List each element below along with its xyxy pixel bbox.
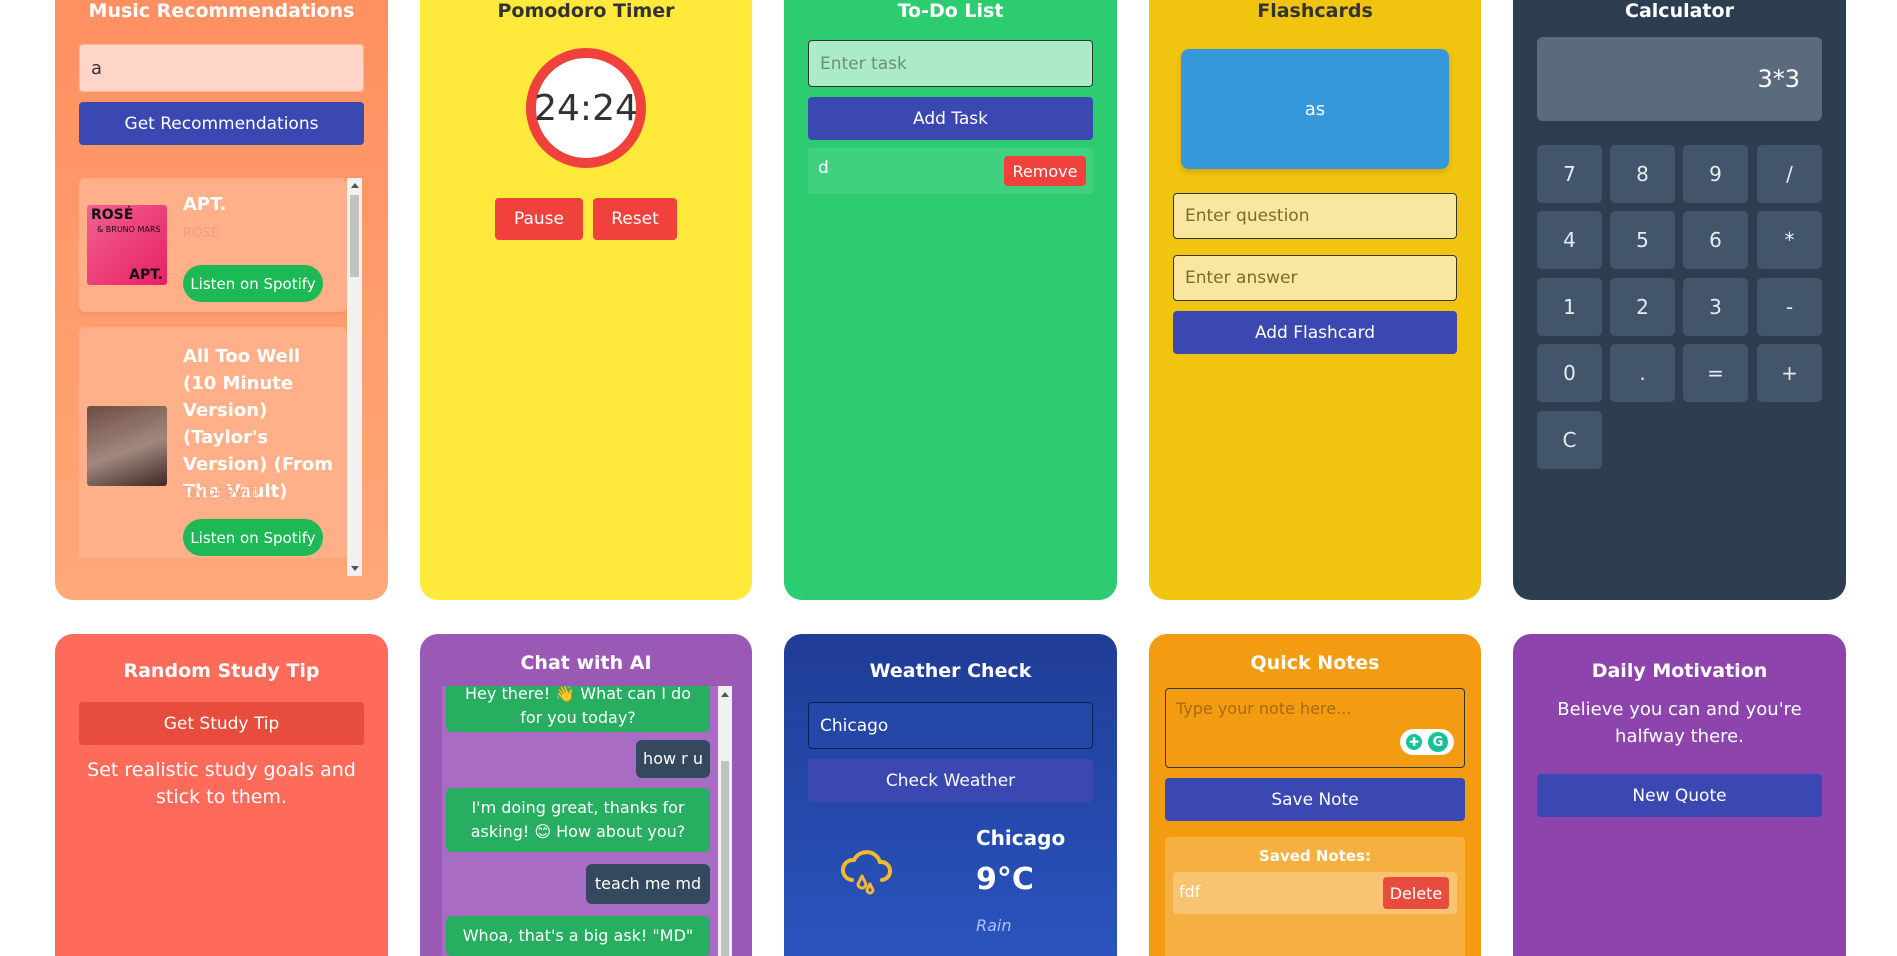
notes-title: Quick Notes (1250, 652, 1380, 674)
city-input[interactable]: Chicago (808, 702, 1093, 749)
music-card: Music Recommendations a Get Recommendati… (55, 0, 388, 600)
weather-card: Weather Check Chicago Check Weather Chic… (784, 634, 1117, 956)
scroll-up-icon[interactable] (351, 183, 359, 188)
check-weather-button[interactable]: Check Weather (808, 759, 1093, 802)
recommendations-list[interactable]: ROSÉ & BRUNO MARS APT. APT. ROSÉ Listen … (79, 178, 355, 558)
add-task-button[interactable]: Add Task (808, 97, 1093, 140)
album-cover-text: ROSÉ (91, 207, 134, 223)
answer-input[interactable]: Enter answer (1173, 255, 1457, 301)
key-7[interactable]: 7 (1537, 145, 1602, 203)
calculator-display-value: 3*3 (1757, 65, 1800, 93)
key-6[interactable]: 6 (1683, 211, 1748, 269)
pause-button[interactable]: Pause (495, 198, 583, 240)
todo-card: To-Do List Enter task Add Task d Remove (784, 0, 1117, 600)
study-tip-text: Set realistic study goals and stick to t… (87, 759, 356, 808)
music-search-input[interactable]: a (79, 44, 364, 92)
study-tip-title: Random Study Tip (123, 660, 320, 682)
listen-on-spotify-button[interactable]: Listen on Spotify (183, 519, 323, 556)
reset-button[interactable]: Reset (593, 198, 677, 240)
note-textarea[interactable]: Type your note here... ✚ G (1165, 688, 1465, 768)
scroll-down-icon[interactable] (351, 566, 359, 571)
song-title: All Too Well (10 Minute Version) (Taylor… (183, 346, 333, 502)
key-3[interactable]: 3 (1683, 278, 1748, 336)
calculator-display: 3*3 (1537, 37, 1822, 121)
calculator-card: Calculator 3*3 7 8 9 / 4 5 6 * 1 2 3 - 0… (1513, 0, 1846, 600)
task-input[interactable]: Enter task (808, 40, 1093, 87)
timer-display: 24:24 (534, 87, 638, 129)
pomodoro-card: Pomodoro Timer 24:24 Pause Reset (420, 0, 752, 600)
ai-message: I'm doing great, thanks for asking! 😊 Ho… (446, 788, 710, 852)
save-note-button[interactable]: Save Note (1165, 778, 1465, 821)
album-cover (87, 406, 167, 486)
key-8[interactable]: 8 (1610, 145, 1675, 203)
new-quote-button[interactable]: New Quote (1537, 774, 1822, 817)
weather-temperature: 9°C (976, 862, 1034, 897)
key-4[interactable]: 4 (1537, 211, 1602, 269)
remove-button[interactable]: Remove (1004, 156, 1086, 186)
key-add[interactable]: + (1757, 344, 1822, 402)
key-equals[interactable]: = (1683, 344, 1748, 402)
user-message: how r u (636, 740, 710, 778)
scrollbar-thumb[interactable] (350, 195, 359, 277)
add-flashcard-button[interactable]: Add Flashcard (1173, 311, 1457, 354)
weather-city: Chicago (976, 826, 1066, 850)
flashcards-title: Flashcards (1257, 0, 1373, 22)
chat-title: Chat with AI (520, 652, 652, 674)
grammar-check-icon: G (1428, 732, 1448, 752)
motivation-card: Daily Motivation Believe you can and you… (1513, 634, 1846, 956)
todo-item: d Remove (808, 148, 1093, 194)
flashcard[interactable]: as (1181, 49, 1449, 169)
ai-message: Hey there! 👋 What can I do for you today… (446, 686, 710, 732)
question-input[interactable]: Enter question (1173, 193, 1457, 239)
song-artist: ROSÉ (183, 226, 219, 241)
delete-note-button[interactable]: Delete (1383, 877, 1449, 909)
chat-messages[interactable]: Hey there! 👋 What can I do for you today… (442, 686, 724, 956)
key-1[interactable]: 1 (1537, 278, 1602, 336)
pomodoro-title: Pomodoro Timer (497, 0, 675, 22)
notes-card: Quick Notes Type your note here... ✚ G S… (1149, 634, 1481, 956)
todo-item-text: d (818, 158, 829, 178)
note-item-text: fdf (1179, 882, 1201, 901)
motivation-title: Daily Motivation (1591, 660, 1768, 682)
study-tip-card: Random Study Tip Get Study Tip Set reali… (55, 634, 388, 956)
weather-condition: Rain (976, 916, 1012, 935)
motivation-quote: Believe you can and you're halfway there… (1557, 699, 1802, 747)
key-5[interactable]: 5 (1610, 211, 1675, 269)
ai-message: Whoa, that's a big ask! "MD" (446, 916, 710, 956)
song-title: APT. (183, 194, 227, 215)
get-study-tip-button[interactable]: Get Study Tip (79, 702, 364, 745)
grammarly-icon[interactable]: ✚ G (1400, 729, 1454, 755)
get-recommendations-button[interactable]: Get Recommendations (79, 102, 364, 145)
album-cover: ROSÉ & BRUNO MARS APT. (87, 205, 167, 285)
song-item: ROSÉ & BRUNO MARS APT. APT. ROSÉ Listen … (79, 178, 347, 312)
todo-title: To-Do List (897, 0, 1004, 22)
note-item: fdf Delete (1173, 872, 1457, 914)
key-multiply[interactable]: * (1757, 211, 1822, 269)
flashcard-text: as (1304, 98, 1326, 120)
key-clear[interactable]: C (1537, 411, 1602, 469)
key-0[interactable]: 0 (1537, 344, 1602, 402)
ai-assist-icon: ✚ (1406, 734, 1422, 750)
listen-on-spotify-button[interactable]: Listen on Spotify (183, 265, 323, 302)
weather-title: Weather Check (869, 660, 1032, 682)
music-title: Music Recommendations (88, 0, 355, 22)
flashcards-card: Flashcards as Enter question Enter answe… (1149, 0, 1481, 600)
key-subtract[interactable]: - (1757, 278, 1822, 336)
key-2[interactable]: 2 (1610, 278, 1675, 336)
timer-ring: 24:24 (526, 48, 646, 168)
user-message: teach me md (586, 864, 710, 904)
key-decimal[interactable]: . (1610, 344, 1675, 402)
key-divide[interactable]: / (1757, 145, 1822, 203)
song-artist: Taylor Swift (183, 485, 258, 500)
rain-cloud-icon (841, 850, 892, 895)
key-9[interactable]: 9 (1683, 145, 1748, 203)
scroll-up-icon[interactable] (721, 692, 729, 697)
calculator-title: Calculator (1625, 0, 1734, 22)
song-item: All Too Well (10 Minute Version) (Taylor… (79, 327, 347, 558)
saved-notes-title: Saved Notes: (1259, 847, 1371, 865)
saved-notes-panel: Saved Notes: fdf Delete (1165, 837, 1465, 956)
chat-card: Chat with AI Hey there! 👋 What can I do … (420, 634, 752, 956)
scrollbar-thumb[interactable] (721, 761, 729, 956)
